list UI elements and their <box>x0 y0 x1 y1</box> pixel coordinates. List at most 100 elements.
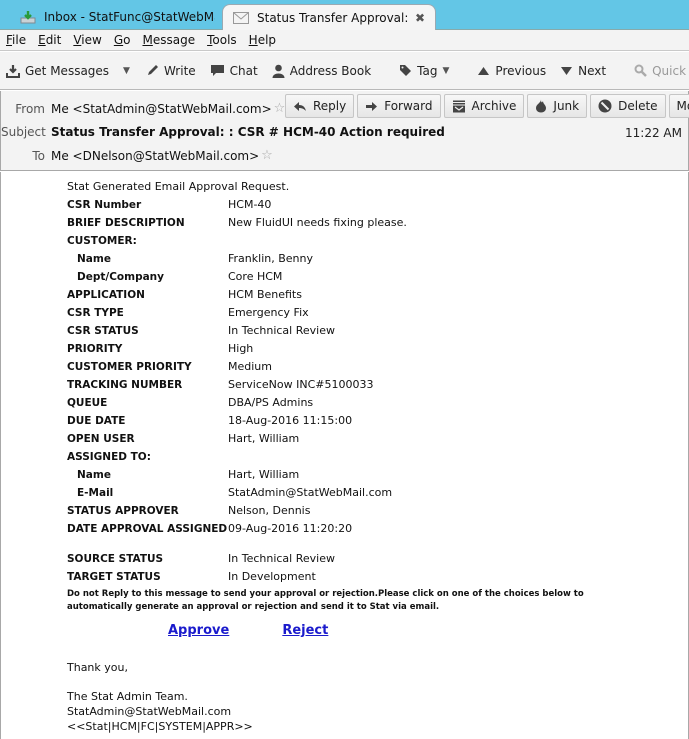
field-value: HCM-40 <box>228 198 272 211</box>
chevron-down-icon: ▼ <box>123 65 130 76</box>
previous-button[interactable]: Previous <box>477 64 546 78</box>
next-button[interactable]: Next <box>560 64 606 78</box>
tab-bar: Inbox - StatFunc@StatWebMa... Status Tra… <box>0 0 689 30</box>
field-key: STATUS APPROVER <box>67 505 179 517</box>
menu-help[interactable]: Help <box>249 33 276 47</box>
to-label: To <box>32 148 45 163</box>
field-row: E-Mail StatAdmin@StatWebMail.com <box>67 484 607 502</box>
close-tab-icon[interactable]: ✖ <box>415 11 425 25</box>
approve-link[interactable]: Approve <box>168 623 229 638</box>
delete-label: Delete <box>618 99 658 113</box>
field-value: Emergency Fix <box>228 306 309 319</box>
action-links: Approve Reject <box>168 623 607 638</box>
star-icon[interactable]: ☆ <box>274 101 286 116</box>
message-content: Stat Generated Email Approval Request. C… <box>67 178 607 734</box>
get-messages-button[interactable]: Get Messages <box>6 64 109 78</box>
signature-line: StatAdmin@StatWebMail.com <box>67 705 232 718</box>
tag-icon <box>399 64 412 77</box>
menu-go[interactable]: Go <box>114 33 131 47</box>
get-messages-label: Get Messages <box>25 63 110 78</box>
field-value: Medium <box>228 360 272 373</box>
field-value: New FluidUI needs fixing please. <box>228 216 407 229</box>
field-key: CSR Number <box>67 199 142 211</box>
field-key: OPEN USER <box>67 433 135 445</box>
field-value: Core HCM <box>228 270 283 283</box>
field-value: HCM Benefits <box>228 288 302 301</box>
junk-button[interactable]: Junk <box>527 94 588 118</box>
field-key: APPLICATION <box>67 289 145 301</box>
subject-row: Subject Status Transfer Approval: : CSR … <box>1 125 445 139</box>
address-book-button[interactable]: Address Book <box>272 64 371 78</box>
intro-text: Stat Generated Email Approval Request. <box>67 180 290 193</box>
chat-button[interactable]: Chat <box>210 64 258 78</box>
next-label: Next <box>578 63 607 78</box>
field-value: Nelson, Dennis <box>228 504 311 517</box>
more-label: More <box>676 99 689 113</box>
menu-message[interactable]: Message <box>142 33 195 47</box>
message-body: Stat Generated Email Approval Request. C… <box>0 172 689 739</box>
status-fields-table: SOURCE STATUS In Technical Review TARGET S… <box>67 550 607 586</box>
menu-edit[interactable]: Edit <box>38 33 61 47</box>
reject-link[interactable]: Reject <box>282 623 328 638</box>
reply-button[interactable]: Reply <box>285 94 355 118</box>
from-label: From <box>15 101 45 116</box>
menu-tools[interactable]: Tools <box>207 33 237 47</box>
more-button[interactable]: More ▼ <box>668 94 689 118</box>
field-value: Franklin, Benny <box>228 252 313 265</box>
field-key: PRIORITY <box>67 343 123 355</box>
inbox-download-icon <box>20 10 36 24</box>
field-row: CSR Number HCM-40 <box>67 196 607 214</box>
forward-button[interactable]: Forward <box>357 94 441 118</box>
header-action-buttons: Reply Forward Archive Junk Delete More ▼ <box>285 94 689 118</box>
field-row: PRIORITY High <box>67 340 607 358</box>
to-value[interactable]: Me <DNelson@StatWebMail.com> <box>51 149 259 163</box>
delete-button[interactable]: Delete <box>590 94 666 118</box>
signature-block: Thank you, The Stat Admin Team. StatAdmi… <box>67 660 607 734</box>
signature-line: The Stat Admin Team. <box>67 690 188 703</box>
field-value: Hart, William <box>228 468 300 481</box>
field-value: Hart, William <box>228 432 300 445</box>
field-value: 18-Aug-2016 11:15:00 <box>228 414 353 427</box>
field-row: DATE APPROVAL ASSIGNED 09-Aug-2016 11:20:… <box>67 520 607 538</box>
field-key: QUEUE <box>67 397 108 409</box>
tab-inbox[interactable]: Inbox - StatFunc@StatWebMa... <box>10 4 225 30</box>
previous-label: Previous <box>495 63 547 78</box>
archive-label: Archive <box>471 99 517 113</box>
triangle-down-icon <box>560 66 573 76</box>
forward-label: Forward <box>384 99 433 113</box>
menu-accel: E <box>38 33 46 47</box>
junk-label: Junk <box>553 99 580 113</box>
field-value: DBA/PS Admins <box>228 396 314 409</box>
menu-file[interactable]: File <box>6 33 26 47</box>
archive-button[interactable]: Archive <box>443 94 525 118</box>
quick-filter-button[interactable]: Quick Filter <box>634 64 689 78</box>
from-row: From Me <StatAdmin@StatWebMail.com> ☆ <box>1 101 285 116</box>
main-toolbar: Get Messages ▼ Write Chat Address Book T… <box>0 52 689 90</box>
field-row: Name Hart, William <box>67 466 607 484</box>
field-key: CSR STATUS <box>67 325 139 337</box>
quick-filter-label: Quick Filter <box>652 63 689 78</box>
menu-label: essage <box>152 33 196 47</box>
field-row: SOURCE STATUS In Technical Review <box>67 550 607 568</box>
write-button[interactable]: Write <box>146 64 196 78</box>
menu-view[interactable]: View <box>73 33 101 47</box>
tab-message[interactable]: Status Transfer Approval: : ... ✖ <box>222 4 436 30</box>
field-row: STATUS APPROVER Nelson, Dennis <box>67 502 607 520</box>
star-icon[interactable]: ☆ <box>261 148 273 163</box>
field-key: E-Mail <box>77 487 114 499</box>
triangle-up-icon <box>477 66 490 76</box>
instruction-notice: Do not Reply to this message to send you… <box>67 589 584 612</box>
field-row: CUSTOMER PRIORITY Medium <box>67 358 607 376</box>
field-row: Dept/Company Core HCM <box>67 268 607 286</box>
field-row: QUEUE DBA/PS Admins <box>67 394 607 412</box>
chat-label: Chat <box>229 63 258 78</box>
get-messages-dropdown[interactable]: ▼ <box>123 66 130 76</box>
menu-label: iew <box>81 33 102 47</box>
tag-button[interactable]: Tag ▼ <box>399 64 449 78</box>
field-row: CUSTOMER: <box>67 232 607 250</box>
menu-label: dit <box>45 33 62 47</box>
field-row: DUE DATE 18-Aug-2016 11:15:00 <box>67 412 607 430</box>
from-value[interactable]: Me <StatAdmin@StatWebMail.com> <box>51 102 272 116</box>
